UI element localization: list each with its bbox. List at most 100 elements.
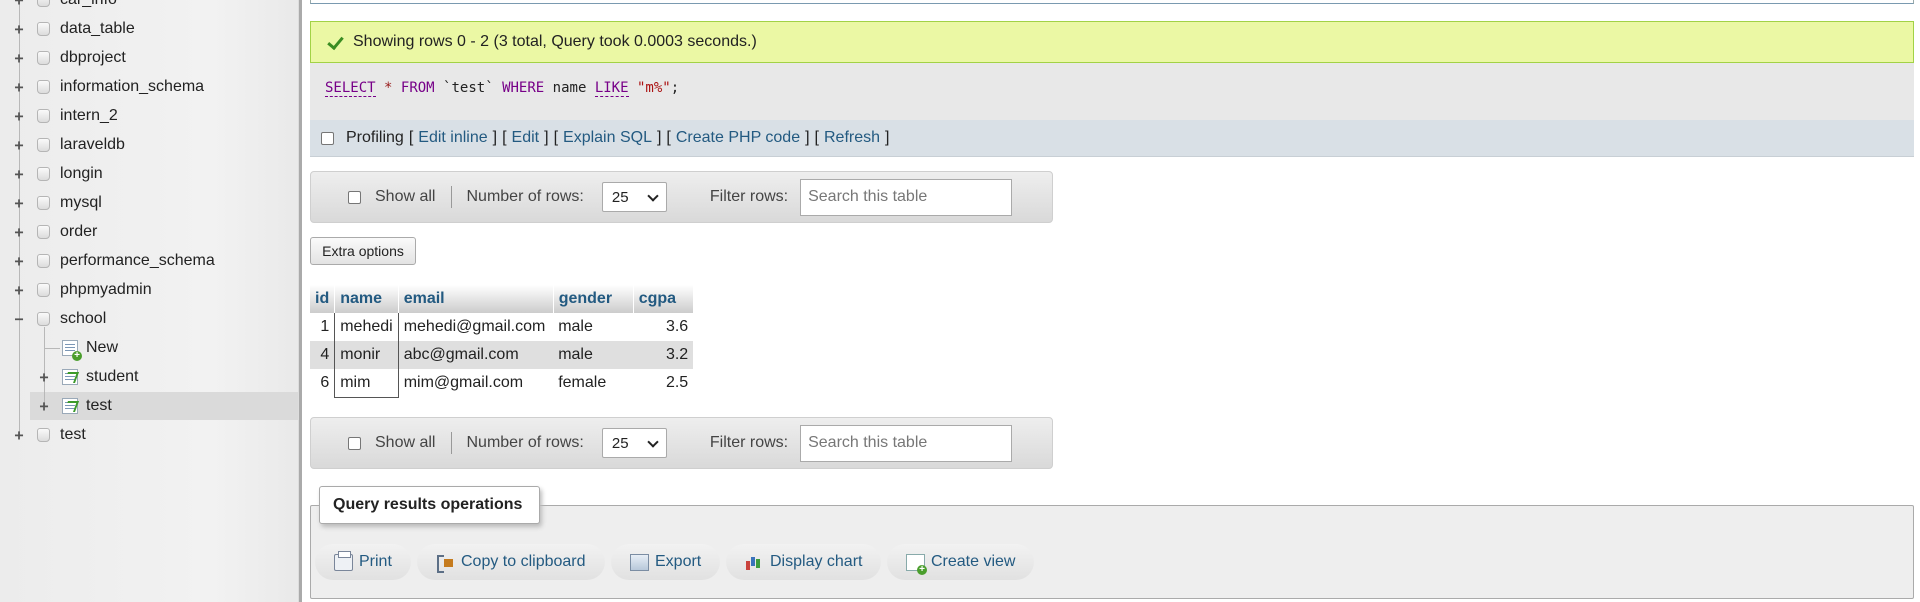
database-icon (37, 138, 50, 152)
success-text: Showing rows 0 - 2 (3 total, Query took … (353, 33, 757, 50)
sql-column-name: name (552, 80, 587, 96)
separator (451, 186, 453, 208)
cell-gender[interactable]: female (553, 369, 634, 397)
show-all-label[interactable]: Show all (375, 434, 435, 452)
expand-icon[interactable]: + (12, 0, 26, 7)
tree-item-label[interactable]: New (86, 339, 118, 357)
expand-icon[interactable]: + (12, 79, 26, 94)
cell-id[interactable]: 6 (310, 369, 335, 397)
query-results-operations-title: Query results operations (319, 486, 540, 524)
column-header-id[interactable]: id (310, 285, 336, 313)
number-of-rows-select[interactable]: 25 (601, 428, 667, 458)
sql-keyword[interactable]: LIKE (594, 80, 629, 97)
filter-rows-label: Filter rows: (709, 434, 789, 451)
database-icon (37, 312, 50, 326)
sql-keyword-from: FROM (400, 80, 435, 96)
export-button[interactable]: Export (611, 544, 721, 580)
expand-icon[interactable]: + (12, 166, 26, 181)
tree-item-label[interactable]: performance_schema (60, 252, 215, 270)
cell-email[interactable]: mehedi@gmail.com (398, 313, 554, 341)
bracket: ] (885, 129, 890, 146)
number-of-rows-label: Number of rows: (466, 188, 584, 205)
success-message: Showing rows 0 - 2 (3 total, Query took … (310, 21, 1914, 63)
cell-id[interactable]: 1 (310, 313, 335, 341)
edit-link[interactable]: Edit (512, 129, 540, 147)
cell-cgpa[interactable]: 2.5 (633, 369, 694, 397)
tree-item-label[interactable]: intern_2 (60, 107, 118, 125)
expand-icon[interactable]: + (12, 427, 26, 442)
table-row[interactable]: 4 monir abc@gmail.com male 3.2 (310, 341, 694, 369)
clipboard-icon (436, 554, 455, 573)
tree-item-label[interactable]: test (60, 426, 86, 444)
expand-icon[interactable]: + (12, 224, 26, 239)
results-table: id name email gender cgpa 1 mehedi mehed… (310, 285, 694, 398)
filter-rows-input[interactable] (800, 424, 1013, 462)
column-header-name[interactable]: name (334, 285, 399, 313)
sql-query-display[interactable]: SELECT * FROM `test` WHERE name LIKE "m%… (310, 63, 1914, 120)
database-icon (37, 283, 50, 297)
expand-icon[interactable]: + (37, 398, 51, 413)
filter-rows-input[interactable] (800, 178, 1013, 216)
create-php-code-link[interactable]: Create PHP code (676, 129, 800, 147)
display-chart-button[interactable]: Display chart (726, 544, 882, 580)
copy-to-clipboard-button[interactable]: Copy to clipboard (417, 544, 605, 580)
check-icon (329, 35, 347, 49)
table-row[interactable]: 6 mim mim@gmail.com female 2.5 (310, 369, 694, 398)
cell-name[interactable]: mim (334, 369, 399, 398)
database-icon (37, 428, 50, 442)
profiling-checkbox[interactable] (321, 131, 334, 145)
tree-item-label[interactable]: longin (60, 165, 103, 183)
tree-item-label[interactable]: student (86, 368, 138, 386)
tree-item-label[interactable]: car_info (60, 0, 117, 9)
column-header-gender[interactable]: gender (553, 285, 634, 313)
tree-item-label[interactable]: test (86, 397, 112, 415)
show-all-label[interactable]: Show all (375, 188, 435, 206)
expand-icon[interactable]: + (12, 253, 26, 268)
collapse-icon[interactable]: − (12, 311, 26, 326)
database-icon (37, 22, 50, 36)
expand-icon[interactable]: + (12, 108, 26, 123)
expand-icon[interactable]: + (12, 50, 26, 65)
database-icon (37, 80, 50, 94)
cell-id[interactable]: 4 (310, 341, 335, 369)
print-button[interactable]: Print (315, 544, 411, 580)
extra-options-button[interactable]: Extra options (310, 237, 416, 265)
number-of-rows-select[interactable]: 25 (601, 182, 667, 212)
table-row[interactable]: 1 mehedi mehedi@gmail.com male 3.6 (310, 313, 694, 341)
tree-line (44, 327, 45, 407)
expand-icon[interactable]: + (12, 195, 26, 210)
cell-name[interactable]: mehedi (334, 313, 399, 341)
cell-cgpa[interactable]: 3.6 (633, 313, 694, 341)
show-all-checkbox[interactable] (348, 190, 361, 204)
show-all-checkbox[interactable] (348, 436, 361, 450)
create-view-button[interactable]: Create view (887, 544, 1035, 580)
expand-icon[interactable]: + (12, 282, 26, 297)
cell-gender[interactable]: male (553, 313, 634, 341)
tree-item-label[interactable]: data_table (60, 20, 135, 38)
cell-email[interactable]: abc@gmail.com (398, 341, 554, 369)
column-header-email[interactable]: email (398, 285, 554, 313)
expand-icon[interactable]: + (37, 369, 51, 384)
sql-keyword[interactable]: SELECT (325, 80, 376, 97)
refresh-link[interactable]: Refresh (824, 129, 880, 147)
edit-inline-link[interactable]: Edit inline (418, 129, 487, 147)
tree-item-label[interactable]: laraveldb (60, 136, 125, 154)
cell-gender[interactable]: male (553, 341, 634, 369)
column-header-cgpa[interactable]: cgpa (633, 285, 694, 313)
cell-name[interactable]: monir (334, 341, 399, 369)
tree-item-label[interactable]: school (60, 310, 106, 328)
explain-sql-link[interactable]: Explain SQL (563, 129, 652, 147)
database-icon (37, 51, 50, 65)
database-icon (37, 254, 50, 268)
cell-cgpa[interactable]: 3.2 (633, 341, 694, 369)
tree-item-label[interactable]: mysql (60, 194, 102, 212)
database-icon (37, 196, 50, 210)
tree-item-label[interactable]: dbproject (60, 49, 126, 67)
expand-icon[interactable]: + (12, 137, 26, 152)
main-content: Showing rows 0 - 2 (3 total, Query took … (302, 0, 1920, 602)
expand-icon[interactable]: + (12, 21, 26, 36)
cell-email[interactable]: mim@gmail.com (398, 369, 554, 397)
tree-item-label[interactable]: order (60, 223, 97, 241)
tree-item-label[interactable]: phpmyadmin (60, 281, 152, 299)
tree-item-label[interactable]: information_schema (60, 78, 204, 96)
